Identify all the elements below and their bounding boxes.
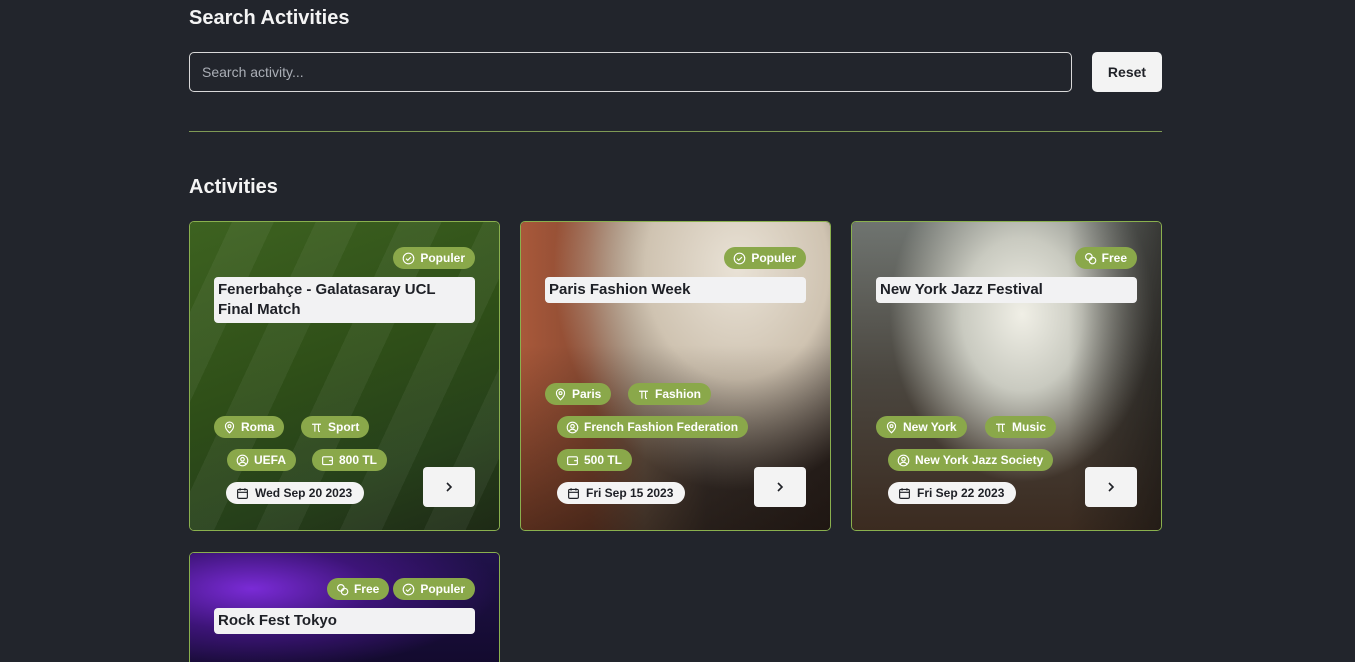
badge-label: Populer <box>751 251 796 265</box>
card-badges: Populer <box>724 247 806 269</box>
location-tag: Roma <box>214 416 285 438</box>
price-tag: 800 TL <box>312 449 388 471</box>
date-tag: Fri Sep 22 2023 <box>888 482 1017 504</box>
location-label: Paris <box>572 387 602 401</box>
card-badges: Free Populer <box>326 578 475 600</box>
section-divider <box>189 131 1162 132</box>
map-pin-icon <box>886 420 897 434</box>
badge-label: Free <box>1101 251 1127 265</box>
card-badges: Free <box>1074 247 1137 269</box>
badge-label: Populer <box>420 251 465 265</box>
location-label: New York <box>903 420 957 434</box>
organizer-tag: French Fashion Federation <box>557 416 749 438</box>
badge-label: Populer <box>420 582 465 596</box>
organizer-tag: New York Jazz Society <box>888 449 1054 471</box>
populer-badge: Populer <box>724 247 806 269</box>
populer-badge: Populer <box>393 578 475 600</box>
activity-card: Free New York Jazz Festival New York Mus… <box>851 221 1162 531</box>
category-tag: Sport <box>301 416 370 438</box>
badge-label: Free <box>353 582 380 596</box>
open-activity-button[interactable] <box>754 467 806 507</box>
pi-icon <box>639 390 648 399</box>
pi-icon <box>312 423 321 432</box>
card-badges: Populer <box>393 247 475 269</box>
wallet-icon <box>567 455 578 465</box>
activity-title: Paris Fashion Week <box>545 277 806 303</box>
activity-title: Fenerbahçe - Galatasaray UCL Final Match <box>214 277 475 323</box>
populer-badge: Populer <box>393 247 475 269</box>
chevron-right-icon <box>446 482 453 492</box>
calendar-icon <box>237 487 248 499</box>
organizer-label: French Fashion Federation <box>584 420 739 434</box>
activity-title: New York Jazz Festival <box>876 277 1137 303</box>
price-tag: 500 TL <box>557 449 633 471</box>
organizer-tag: UEFA <box>227 449 297 471</box>
reset-button[interactable]: Reset <box>1092 52 1162 92</box>
activity-title: Rock Fest Tokyo <box>214 608 475 634</box>
open-activity-button[interactable] <box>1085 467 1137 507</box>
wallet-icon <box>322 455 333 465</box>
price-label: 500 TL <box>584 453 623 467</box>
price-label: 800 TL <box>339 453 378 467</box>
organizer-label: UEFA <box>254 453 287 467</box>
location-tag: New York <box>876 416 967 438</box>
activity-card: Free Populer Rock Fest Tokyo <box>189 552 500 662</box>
map-pin-icon <box>224 420 235 434</box>
activities-section-title: Activities <box>189 176 278 198</box>
chevron-right-icon <box>777 482 784 492</box>
user-circle-icon <box>897 454 910 466</box>
activity-card: Populer Fenerbahçe - Galatasaray UCL Fin… <box>189 221 500 531</box>
date-label: Fri Sep 15 2023 <box>586 486 674 500</box>
date-tag: Fri Sep 15 2023 <box>557 482 686 504</box>
date-tag: Wed Sep 20 2023 <box>226 482 365 504</box>
date-label: Wed Sep 20 2023 <box>255 486 353 500</box>
coins-icon <box>1084 252 1096 264</box>
user-circle-icon <box>236 454 249 466</box>
pi-icon <box>996 423 1005 432</box>
check-circle-icon <box>402 583 415 595</box>
free-badge: Free <box>326 578 390 600</box>
category-label: Sport <box>328 420 360 434</box>
category-tag: Music <box>985 416 1057 438</box>
search-section-title: Search Activities <box>189 7 350 29</box>
search-input[interactable] <box>189 52 1072 92</box>
user-circle-icon <box>566 421 579 433</box>
check-circle-icon <box>733 252 746 264</box>
chevron-right-icon <box>1108 482 1115 492</box>
category-label: Music <box>1012 420 1047 434</box>
organizer-label: New York Jazz Society <box>915 453 1044 467</box>
location-tag: Paris <box>545 383 612 405</box>
coins-icon <box>337 583 349 595</box>
free-badge: Free <box>1074 247 1137 269</box>
category-label: Fashion <box>655 387 702 401</box>
check-circle-icon <box>402 252 415 264</box>
activity-card: Populer Paris Fashion Week Paris Fashion… <box>520 221 831 531</box>
open-activity-button[interactable] <box>423 467 475 507</box>
category-tag: Fashion <box>628 383 712 405</box>
calendar-icon <box>568 487 579 499</box>
location-label: Roma <box>241 420 275 434</box>
map-pin-icon <box>555 387 566 401</box>
calendar-icon <box>899 487 910 499</box>
date-label: Fri Sep 22 2023 <box>917 486 1005 500</box>
